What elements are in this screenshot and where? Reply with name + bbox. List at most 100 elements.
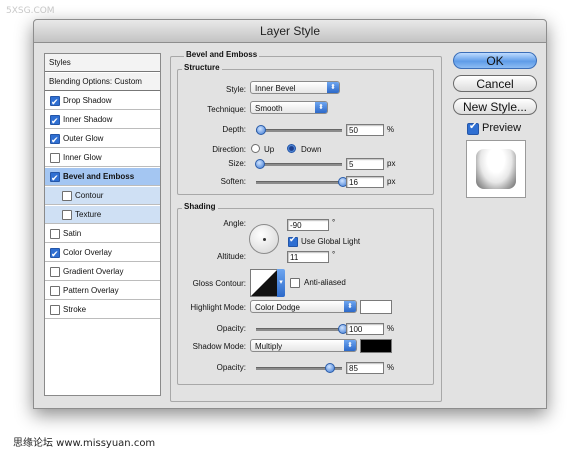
style-item-inner-glow[interactable]: Inner Glow: [45, 149, 160, 167]
style-item-label: Bevel and Emboss: [63, 172, 135, 181]
shadow-opacity-unit: %: [387, 363, 395, 372]
style-item-label: Inner Glow: [63, 153, 102, 162]
highlight-opacity-field[interactable]: 100: [346, 323, 384, 335]
shadow-opacity-field[interactable]: 85: [346, 362, 384, 374]
ok-button[interactable]: OK: [453, 52, 537, 69]
dialog-title: Layer Style: [34, 20, 546, 43]
global-light-checkbox[interactable]: [288, 235, 298, 247]
style-item-inner-shadow[interactable]: Inner Shadow: [45, 111, 160, 131]
altitude-unit: °: [332, 250, 336, 259]
chevron-down-icon: ▾: [279, 279, 283, 286]
shadow-color-swatch[interactable]: [360, 339, 392, 353]
style-item-label: Stroke: [63, 305, 87, 314]
anti-aliased-checkbox[interactable]: [290, 278, 300, 288]
style-item-texture[interactable]: Texture: [45, 206, 160, 224]
depth-field[interactable]: 50: [346, 124, 384, 136]
blending-options-label: Blending Options: Custom: [49, 77, 142, 86]
soften-slider-track[interactable]: [256, 181, 342, 184]
style-item-checkbox[interactable]: [50, 113, 60, 131]
gloss-contour-picker[interactable]: [250, 269, 278, 297]
shadow-mode-value: Multiply: [255, 342, 283, 351]
styles-header[interactable]: Styles: [45, 54, 160, 72]
style-item-checkbox[interactable]: [50, 286, 60, 296]
direction-label: Direction:: [212, 145, 246, 154]
style-item-drop-shadow[interactable]: Drop Shadow: [45, 92, 160, 112]
style-item-checkbox[interactable]: [50, 132, 60, 150]
style-item-bevel-and-emboss[interactable]: Bevel and Emboss: [45, 168, 160, 188]
shadow-opacity-label: Opacity:: [216, 363, 246, 372]
highlight-mode-select[interactable]: Color Dodge ⬍: [250, 300, 357, 313]
size-slider-track[interactable]: [256, 163, 342, 166]
technique-select-value: Smooth: [255, 104, 283, 113]
soften-label: Soften:: [220, 177, 246, 186]
style-item-contour[interactable]: Contour: [45, 187, 160, 205]
style-item-checkbox[interactable]: [50, 94, 60, 112]
gloss-contour-dropdown[interactable]: ▾: [277, 269, 285, 297]
preview-label: Preview: [482, 122, 522, 134]
structure-title: Structure: [182, 63, 222, 72]
style-item-label: Gradient Overlay: [63, 267, 124, 276]
chevron-updown-icon: ⬍: [327, 82, 339, 93]
style-item-satin[interactable]: Satin: [45, 225, 160, 243]
soften-field[interactable]: 16: [346, 176, 384, 188]
style-item-pattern-overlay[interactable]: Pattern Overlay: [45, 282, 160, 300]
highlight-mode-label: Highlight Mode:: [190, 303, 246, 312]
technique-select[interactable]: Smooth ⬍: [250, 101, 328, 114]
shadow-mode-select[interactable]: Multiply ⬍: [250, 339, 357, 352]
blending-options-item[interactable]: Blending Options: Custom: [45, 73, 160, 91]
chevron-updown-icon: ⬍: [344, 301, 356, 312]
angle-wheel[interactable]: [249, 224, 279, 254]
style-label: Style:: [225, 85, 246, 94]
direction-down-radio[interactable]: [287, 144, 296, 153]
style-item-outer-glow[interactable]: Outer Glow: [45, 130, 160, 150]
angle-unit: °: [332, 218, 336, 227]
style-item-label: Pattern Overlay: [63, 286, 119, 295]
styles-header-label: Styles: [49, 58, 71, 67]
angle-label: Angle:: [223, 219, 246, 228]
style-select[interactable]: Inner Bevel ⬍: [250, 81, 340, 94]
chevron-updown-icon: ⬍: [315, 102, 327, 113]
size-label: Size:: [228, 159, 246, 168]
shading-group: [177, 208, 434, 385]
highlight-opacity-label: Opacity:: [216, 324, 246, 333]
style-item-checkbox[interactable]: [62, 191, 72, 201]
style-item-label: Drop Shadow: [63, 96, 112, 105]
direction-down-label: Down: [301, 145, 322, 154]
depth-slider-track[interactable]: [256, 129, 342, 132]
style-item-checkbox[interactable]: [62, 210, 72, 220]
preview-swatch: [476, 149, 516, 189]
style-item-checkbox[interactable]: [50, 153, 60, 163]
technique-label: Technique:: [207, 105, 246, 114]
watermark-text: 5XSG.COM: [6, 6, 55, 16]
size-slider-thumb[interactable]: [254, 159, 265, 169]
highlight-color-swatch[interactable]: [360, 300, 392, 314]
shadow-mode-label: Shadow Mode:: [192, 342, 246, 351]
altitude-field[interactable]: 11: [287, 251, 329, 263]
size-unit: px: [387, 159, 396, 168]
direction-up-label: Up: [264, 145, 275, 154]
cancel-button[interactable]: Cancel: [453, 75, 537, 92]
size-field[interactable]: 5: [346, 158, 384, 170]
style-item-label: Satin: [63, 229, 82, 238]
style-item-checkbox[interactable]: [50, 246, 60, 264]
style-item-stroke[interactable]: Stroke: [45, 301, 160, 319]
style-item-gradient-overlay[interactable]: Gradient Overlay: [45, 263, 160, 281]
style-item-color-overlay[interactable]: Color Overlay: [45, 244, 160, 264]
styles-list: Styles Blending Options: Custom Drop Sha…: [44, 53, 161, 396]
footer-watermark: 思缘论坛 www.missyuan.com: [13, 438, 156, 449]
style-item-checkbox[interactable]: [50, 305, 60, 315]
depth-label: Depth:: [222, 125, 246, 134]
gloss-contour-label: Gloss Contour:: [192, 279, 246, 288]
angle-field[interactable]: -90: [287, 219, 329, 231]
style-item-checkbox[interactable]: [50, 229, 60, 239]
style-item-checkbox[interactable]: [50, 170, 60, 188]
style-item-label: Texture: [75, 210, 102, 219]
direction-up-radio[interactable]: [251, 144, 260, 153]
new-style-button[interactable]: New Style...: [453, 98, 537, 115]
highlight-opacity-track[interactable]: [256, 328, 342, 331]
preview-checkbox[interactable]: [467, 121, 479, 135]
style-item-checkbox[interactable]: [50, 267, 60, 277]
anti-aliased-label: Anti-aliased: [304, 278, 346, 287]
highlight-opacity-unit: %: [387, 324, 395, 333]
global-light-label: Use Global Light: [301, 237, 361, 246]
